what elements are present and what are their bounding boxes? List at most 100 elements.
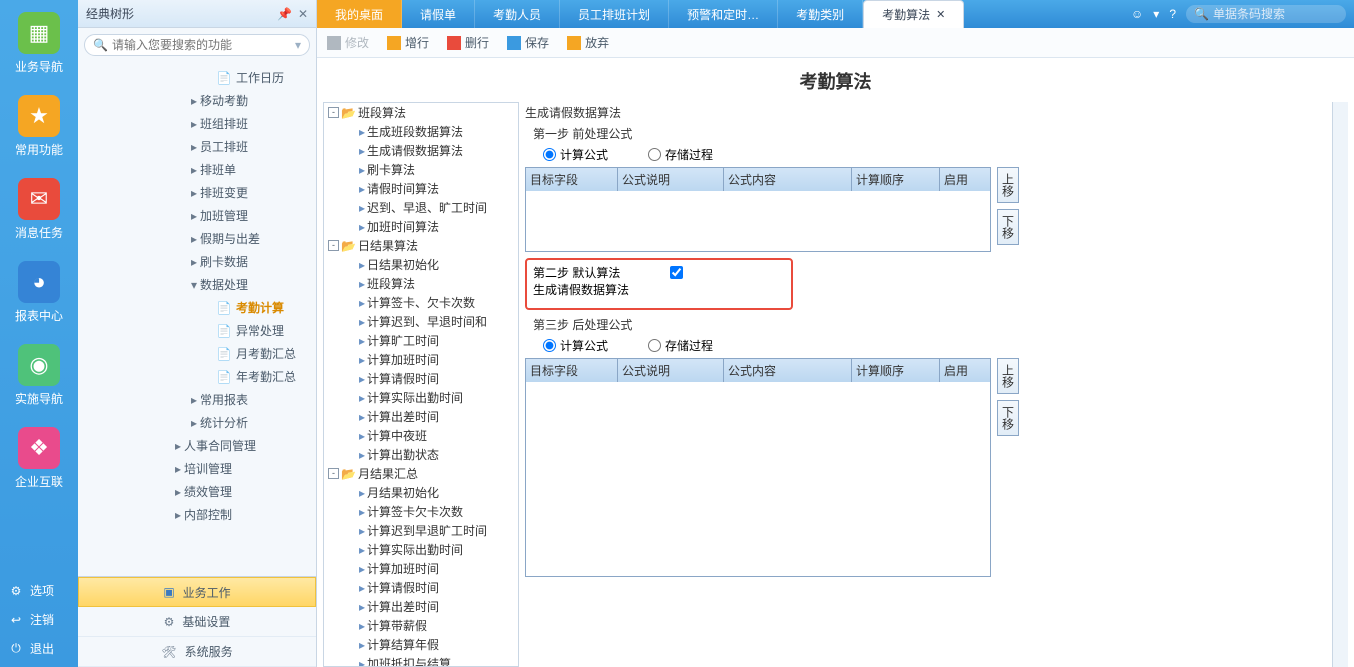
radio-calc-formula[interactable]: 计算公式 (543, 146, 608, 163)
algo-tree-item[interactable]: -📂班段算法 (324, 103, 518, 122)
tree-item[interactable]: 常用报表 (78, 388, 316, 411)
tree-item[interactable]: 排班变更 (78, 181, 316, 204)
algo-tree-item[interactable]: ▸刷卡算法 (324, 160, 518, 179)
grid-column-header[interactable]: 启用 (940, 359, 990, 382)
algo-tree-item[interactable]: ▸计算加班时间 (324, 350, 518, 369)
expand-box-icon[interactable]: - (328, 107, 339, 118)
algo-tree-item[interactable]: ▸计算迟到早退旷工时间 (324, 521, 518, 540)
help-icon[interactable]: ? (1169, 7, 1176, 21)
tree-item[interactable]: 📄月考勤汇总 (78, 342, 316, 365)
tab[interactable]: 请假单 (402, 0, 475, 28)
post-formula-grid[interactable]: 目标字段公式说明公式内容计算顺序启用 (525, 358, 991, 577)
chevron-right-icon[interactable] (188, 163, 200, 177)
tree-item[interactable]: 移动考勤 (78, 89, 316, 112)
algo-tree-item[interactable]: ▸计算出勤状态 (324, 445, 518, 464)
step2-checkbox[interactable] (670, 266, 683, 279)
grid-column-header[interactable]: 目标字段 (526, 168, 618, 191)
algo-tree-item[interactable]: -📂日结果算法 (324, 236, 518, 255)
algo-tree-item[interactable]: ▸生成请假数据算法 (324, 141, 518, 160)
tree-item[interactable]: 内部控制 (78, 503, 316, 526)
tree-item[interactable]: 人事合同管理 (78, 434, 316, 457)
chevron-right-icon[interactable] (172, 462, 184, 476)
algo-tree-item[interactable]: ▸迟到、早退、旷工时间 (324, 198, 518, 217)
grid-body[interactable] (526, 191, 990, 251)
tree-item[interactable]: 培训管理 (78, 457, 316, 480)
move-up-button[interactable]: 上移 (997, 167, 1019, 203)
nav-rail-item-enterprise[interactable]: ❖ 企业互联 (0, 415, 78, 498)
algo-tree-item[interactable]: ▸计算实际出勤时间 (324, 388, 518, 407)
nav-rail-item-report[interactable]: ◕ 报表中心 (0, 249, 78, 332)
grid-column-header[interactable]: 计算顺序 (852, 168, 940, 191)
algo-tree-item[interactable]: ▸计算请假时间 (324, 578, 518, 597)
nav-rail-item-fav[interactable]: ★ 常用功能 (0, 83, 78, 166)
algo-tree-item[interactable]: -📂月结果汇总 (324, 464, 518, 483)
radio-stored-proc-2[interactable]: 存储过程 (648, 337, 713, 354)
tree-item[interactable]: 📄异常处理 (78, 319, 316, 342)
algo-tree-item[interactable]: ▸班段算法 (324, 274, 518, 293)
chevron-down-icon[interactable]: ▾ (1153, 7, 1159, 21)
smile-icon[interactable]: ☺ (1131, 7, 1143, 21)
tree-item[interactable]: 统计分析 (78, 411, 316, 434)
expand-box-icon[interactable]: - (328, 468, 339, 479)
close-icon[interactable]: ✕ (936, 8, 945, 21)
toolbar-button[interactable]: 放弃 (567, 34, 609, 51)
grid-column-header[interactable]: 公式说明 (618, 168, 724, 191)
algo-tree-item[interactable]: ▸月结果初始化 (324, 483, 518, 502)
algo-tree-item[interactable]: ▸请假时间算法 (324, 179, 518, 198)
chevron-right-icon[interactable] (188, 232, 200, 246)
chevron-right-icon[interactable] (188, 393, 200, 407)
algo-tree-item[interactable]: ▸计算请假时间 (324, 369, 518, 388)
tree-item[interactable]: 刷卡数据 (78, 250, 316, 273)
algo-tree-item[interactable]: ▸加班抵扣与结算 (324, 654, 518, 667)
tree-item[interactable]: 📄工作日历 (78, 66, 316, 89)
grid-column-header[interactable]: 公式内容 (724, 168, 852, 191)
chevron-down-icon[interactable]: ▾ (295, 38, 301, 52)
chevron-right-icon[interactable] (188, 186, 200, 200)
tree-item[interactable]: 加班管理 (78, 204, 316, 227)
algo-tree-item[interactable]: ▸计算中夜班 (324, 426, 518, 445)
sidebar-tree[interactable]: 📄工作日历移动考勤班组排班员工排班排班单排班变更加班管理假期与出差刷卡数据数据处… (78, 62, 316, 576)
move-down-button[interactable]: 下移 (997, 400, 1019, 436)
algo-tree-item[interactable]: ▸计算签卡欠卡次数 (324, 502, 518, 521)
chevron-right-icon[interactable] (188, 94, 200, 108)
move-up-button[interactable]: 上移 (997, 358, 1019, 394)
expand-box-icon[interactable]: - (328, 240, 339, 251)
algo-tree-item[interactable]: ▸计算出差时间 (324, 597, 518, 616)
algo-tree-item[interactable]: ▸计算出差时间 (324, 407, 518, 426)
algo-tree-item[interactable]: ▸计算实际出勤时间 (324, 540, 518, 559)
sidebar-search-input[interactable] (112, 38, 295, 52)
tree-item[interactable]: 数据处理 (78, 273, 316, 296)
tree-item[interactable]: 📄年考勤汇总 (78, 365, 316, 388)
tab[interactable]: 员工排班计划 (560, 0, 669, 28)
close-icon[interactable]: ✕ (298, 7, 308, 21)
sidebar-tab-sysservice[interactable]: 🛠系统服务 (78, 637, 316, 667)
chevron-right-icon[interactable] (188, 140, 200, 154)
tab[interactable]: 预警和定时… (669, 0, 778, 28)
algorithm-tree[interactable]: -📂班段算法▸生成班段数据算法▸生成请假数据算法▸刷卡算法▸请假时间算法▸迟到、… (323, 102, 519, 667)
tree-item[interactable]: 假期与出差 (78, 227, 316, 250)
sidebar-search-box[interactable]: 🔍 ▾ (84, 34, 310, 56)
tree-item[interactable]: 排班单 (78, 158, 316, 181)
tab[interactable]: 考勤人员 (475, 0, 560, 28)
grid-column-header[interactable]: 启用 (940, 168, 990, 191)
tree-item[interactable]: 绩效管理 (78, 480, 316, 503)
grid-column-header[interactable]: 目标字段 (526, 359, 618, 382)
sidebar-tab-bizwork[interactable]: ▣业务工作 (78, 577, 316, 607)
grid-body[interactable] (526, 382, 990, 576)
chevron-right-icon[interactable] (172, 485, 184, 499)
tree-item[interactable]: 班组排班 (78, 112, 316, 135)
tree-item[interactable]: 📄考勤计算 (78, 296, 316, 319)
chevron-right-icon[interactable] (172, 439, 184, 453)
chevron-right-icon[interactable] (188, 209, 200, 223)
algo-tree-item[interactable]: ▸计算结算年假 (324, 635, 518, 654)
algo-tree-item[interactable]: ▸计算签卡、欠卡次数 (324, 293, 518, 312)
top-search-input[interactable] (1213, 7, 1333, 21)
algo-tree-item[interactable]: ▸计算加班时间 (324, 559, 518, 578)
toolbar-button[interactable]: 删行 (447, 34, 489, 51)
nav-rail-item-impl[interactable]: ◉ 实施导航 (0, 332, 78, 415)
chevron-right-icon[interactable] (172, 508, 184, 522)
grid-column-header[interactable]: 公式内容 (724, 359, 852, 382)
top-search-box[interactable]: 🔍 (1186, 5, 1346, 23)
toolbar-button[interactable]: 增行 (387, 34, 429, 51)
algo-tree-item[interactable]: ▸计算迟到、早退时间和 (324, 312, 518, 331)
